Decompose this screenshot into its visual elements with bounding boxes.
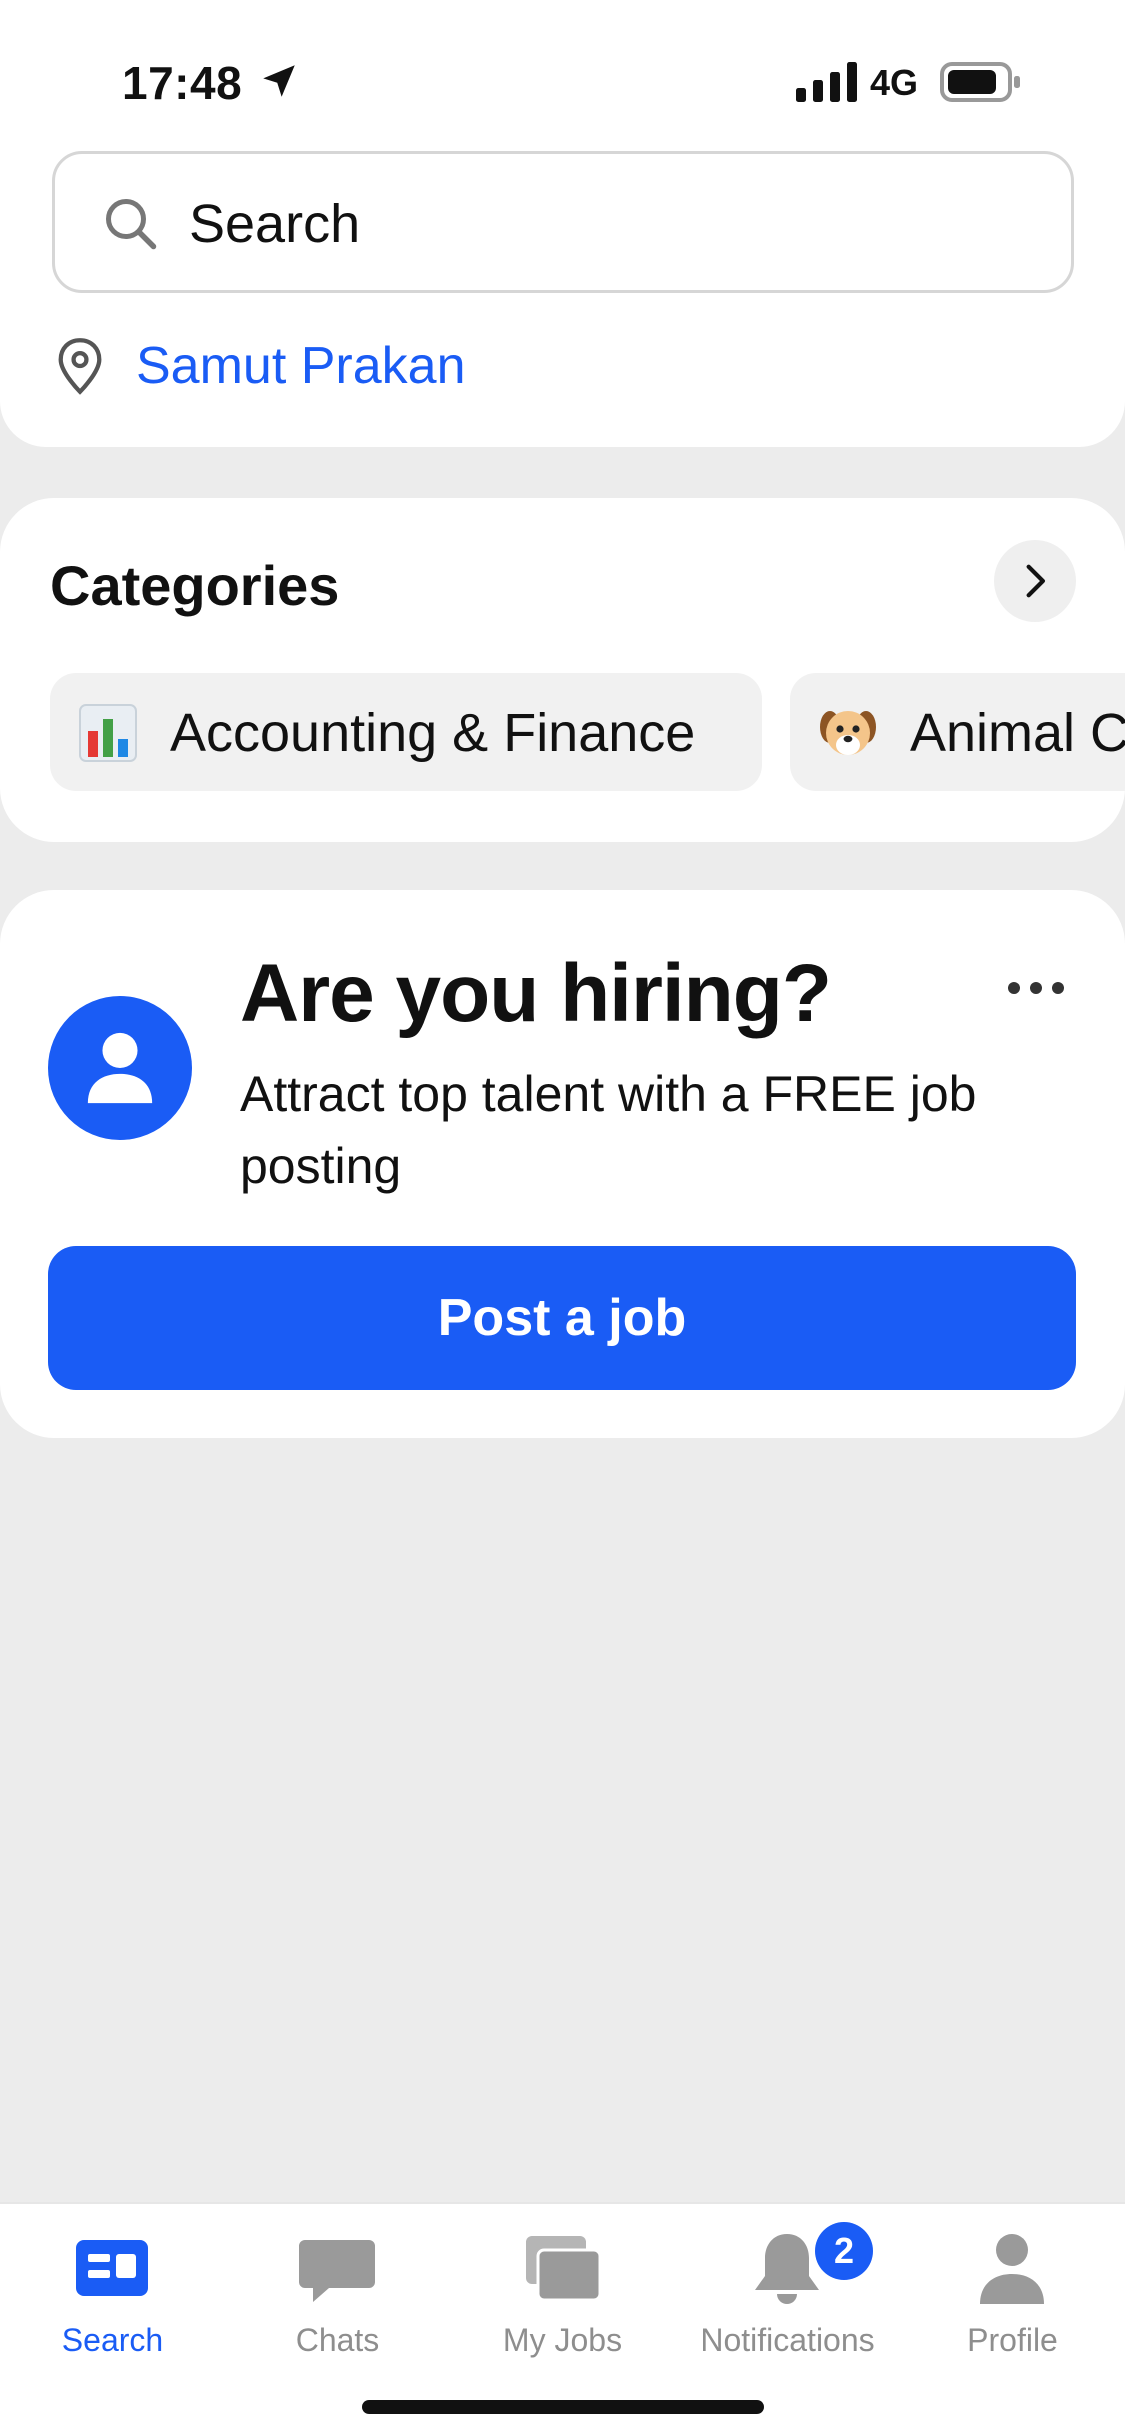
jobs-stack-icon — [526, 2236, 602, 2302]
status-bar: 17:48 4G — [0, 0, 1125, 150]
header-card: 17:48 4G Search Samut Prakan — [0, 0, 1125, 447]
category-chip-accounting[interactable]: Accounting & Finance — [50, 673, 762, 791]
hiring-card: Are you hiring? Attract top talent with … — [0, 890, 1125, 1438]
location-arrow-icon — [263, 65, 295, 97]
tab-label: Search — [61, 2322, 164, 2358]
search-input[interactable]: Search — [52, 151, 1074, 293]
tab-notifications[interactable]: 2 Notifications — [675, 2222, 900, 2378]
search-placeholder: Search — [189, 194, 361, 254]
category-label: Accounting & Finance — [170, 703, 696, 763]
tab-chats[interactable]: Chats — [225, 2228, 450, 2378]
tab-label: Profile — [967, 2322, 1058, 2358]
hiring-avatar — [48, 996, 192, 1140]
tab-my-jobs[interactable]: My Jobs — [450, 2228, 675, 2378]
search-tab-icon — [76, 2240, 148, 2296]
more-options-icon[interactable] — [1006, 976, 1066, 1000]
tab-profile[interactable]: Profile — [900, 2228, 1125, 2378]
signal-icon — [796, 62, 857, 102]
chevron-right-icon — [1026, 564, 1045, 598]
tab-label: Chats — [295, 2322, 380, 2358]
person-icon — [87, 1032, 153, 1104]
chat-bubble-icon — [299, 2240, 375, 2302]
category-chip-animal[interactable]: Animal C — [790, 673, 1125, 791]
person-icon — [980, 2234, 1044, 2304]
tab-label: Notifications — [700, 2322, 875, 2358]
notification-badge: 2 — [815, 2222, 873, 2280]
categories-card: Categories Accounting & Finance Animal C — [0, 498, 1125, 842]
search-icon — [106, 199, 157, 250]
location-pin-icon — [58, 338, 102, 395]
home-indicator — [362, 2400, 764, 2414]
status-time: 17:48 — [122, 57, 243, 109]
tab-search[interactable]: Search — [0, 2228, 225, 2378]
location-label[interactable]: Samut Prakan — [136, 336, 466, 396]
app-screen: 17:48 4G Search Samut Prakan Categories … — [0, 0, 1125, 2436]
post-job-button[interactable]: Post a job — [48, 1246, 1076, 1390]
categories-title: Categories — [50, 554, 340, 617]
hiring-subtitle: Attract top talent with a FREE job posti… — [240, 1066, 977, 1194]
tab-label: My Jobs — [502, 2322, 623, 2358]
hiring-title: Are you hiring? — [240, 948, 832, 1039]
battery-icon — [940, 62, 1020, 102]
dog-face-icon — [820, 711, 876, 755]
network-type: 4G — [870, 62, 919, 103]
categories-more-button[interactable] — [994, 540, 1076, 622]
category-label: Animal C — [910, 703, 1125, 763]
tab-bar: Search Chats My Jobs 2 Notifications Pro… — [0, 2202, 1125, 2436]
bell-icon — [755, 2234, 819, 2304]
bar-chart-icon — [79, 704, 137, 762]
